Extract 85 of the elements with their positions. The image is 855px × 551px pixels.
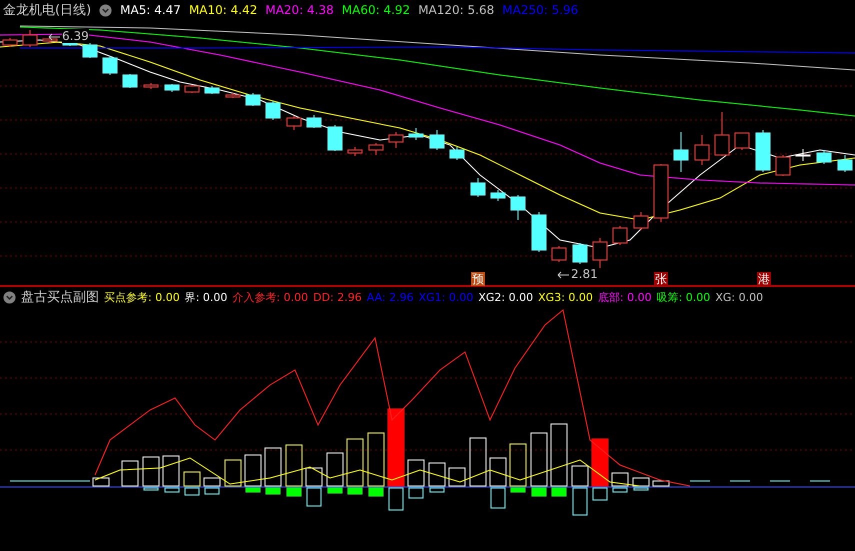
indicator-bar bbox=[306, 468, 322, 486]
indicator-value: XG3: 0.00 bbox=[538, 290, 593, 304]
indicator-bar bbox=[572, 466, 588, 486]
tick-mark bbox=[810, 480, 830, 482]
indicator-value: 界: 0.00 bbox=[184, 290, 228, 304]
indicator-bar bbox=[490, 488, 506, 508]
candlestick bbox=[286, 116, 302, 130]
candlestick bbox=[368, 142, 384, 156]
indicator-value: MA120: 5.68 bbox=[418, 3, 494, 17]
indicator-value: AA: 2.96 bbox=[366, 290, 414, 304]
candlestick bbox=[42, 36, 58, 44]
candlestick bbox=[164, 84, 180, 92]
indicator-value: XG2: 0.00 bbox=[478, 290, 534, 304]
indicator-value: 买点参考: 0.00 bbox=[104, 290, 180, 304]
candlestick bbox=[408, 128, 424, 140]
chart-title: 金龙机电(日线) bbox=[3, 2, 92, 19]
candlestick bbox=[552, 246, 566, 262]
indicator-bar bbox=[448, 468, 466, 486]
indicator-value: 介入参考: 0.00 bbox=[232, 290, 308, 304]
tick-mark bbox=[690, 480, 710, 482]
candlestick bbox=[490, 190, 506, 202]
chevron-down-icon[interactable] bbox=[99, 4, 112, 16]
candlestick bbox=[734, 132, 750, 150]
candlestick bbox=[694, 134, 710, 166]
indicator-value: 底部: 0.00 bbox=[598, 290, 652, 304]
candlestick bbox=[532, 212, 546, 252]
candlestick bbox=[388, 132, 404, 148]
candlestick bbox=[246, 92, 260, 106]
candlestick bbox=[572, 242, 588, 264]
arrow-left-icon bbox=[557, 271, 569, 279]
candlestick bbox=[122, 74, 138, 88]
signal-badge: 张 bbox=[654, 272, 668, 286]
candlestick bbox=[306, 114, 322, 128]
indicator-value: MA5: 4.47 bbox=[120, 3, 181, 17]
indicator-value: MA250: 5.96 bbox=[502, 3, 578, 17]
indicator-bar bbox=[122, 460, 138, 486]
indicator-value: DD: 2.96 bbox=[313, 290, 362, 304]
indicator-bar bbox=[572, 488, 588, 516]
candlestick bbox=[430, 130, 444, 150]
candlestick bbox=[674, 132, 688, 172]
price-label: 6.39 bbox=[62, 29, 89, 43]
candlestick bbox=[348, 146, 362, 156]
indicator-bar bbox=[92, 478, 110, 486]
candlestick bbox=[450, 146, 464, 160]
candlestick bbox=[634, 212, 648, 230]
signal-badge: 港 bbox=[757, 272, 771, 286]
indicator-value: XG: 0.00 bbox=[715, 290, 764, 304]
price-label: 2.81 bbox=[571, 267, 598, 281]
candlestick bbox=[82, 42, 98, 58]
candlestick bbox=[796, 148, 810, 162]
indicator-value: MA20: 4.38 bbox=[265, 3, 334, 17]
indicator-bar bbox=[224, 460, 242, 486]
candlestick bbox=[470, 178, 486, 198]
candlestick bbox=[184, 84, 200, 94]
indicator-value: 吸筹: 0.00 bbox=[656, 290, 710, 304]
indicator-bar bbox=[470, 438, 486, 486]
candlestick bbox=[592, 238, 608, 268]
candlestick bbox=[838, 154, 852, 172]
candlestick bbox=[654, 164, 668, 222]
candlestick bbox=[776, 154, 790, 176]
candlestick bbox=[328, 124, 342, 152]
candlestick bbox=[816, 150, 832, 164]
chevron-down-icon[interactable] bbox=[3, 290, 16, 304]
candlestick bbox=[204, 86, 220, 94]
chart-title: 盘古买点副图 bbox=[21, 289, 99, 306]
indicator-value: XG1: 0.00 bbox=[418, 290, 474, 304]
candlestick bbox=[22, 30, 38, 48]
indicator-bar bbox=[652, 480, 670, 486]
candlestick bbox=[266, 100, 280, 120]
indicator-bar bbox=[490, 458, 506, 486]
tick-mark bbox=[730, 480, 750, 482]
arrow-left-icon bbox=[48, 33, 60, 41]
candlestick bbox=[714, 112, 730, 156]
indicator-bar bbox=[306, 488, 322, 506]
indicator-value: MA10: 4.42 bbox=[188, 3, 258, 17]
candlestick bbox=[102, 56, 118, 76]
candlestick bbox=[226, 92, 240, 98]
candlestick bbox=[756, 130, 770, 172]
candlestick bbox=[510, 194, 526, 220]
signal-badge: 预 bbox=[471, 272, 485, 286]
candlestick bbox=[2, 38, 18, 48]
indicator-value: MA60: 4.92 bbox=[342, 3, 410, 17]
tick-mark bbox=[770, 480, 790, 482]
indicator-bar bbox=[204, 478, 220, 486]
candlestick bbox=[612, 226, 628, 246]
